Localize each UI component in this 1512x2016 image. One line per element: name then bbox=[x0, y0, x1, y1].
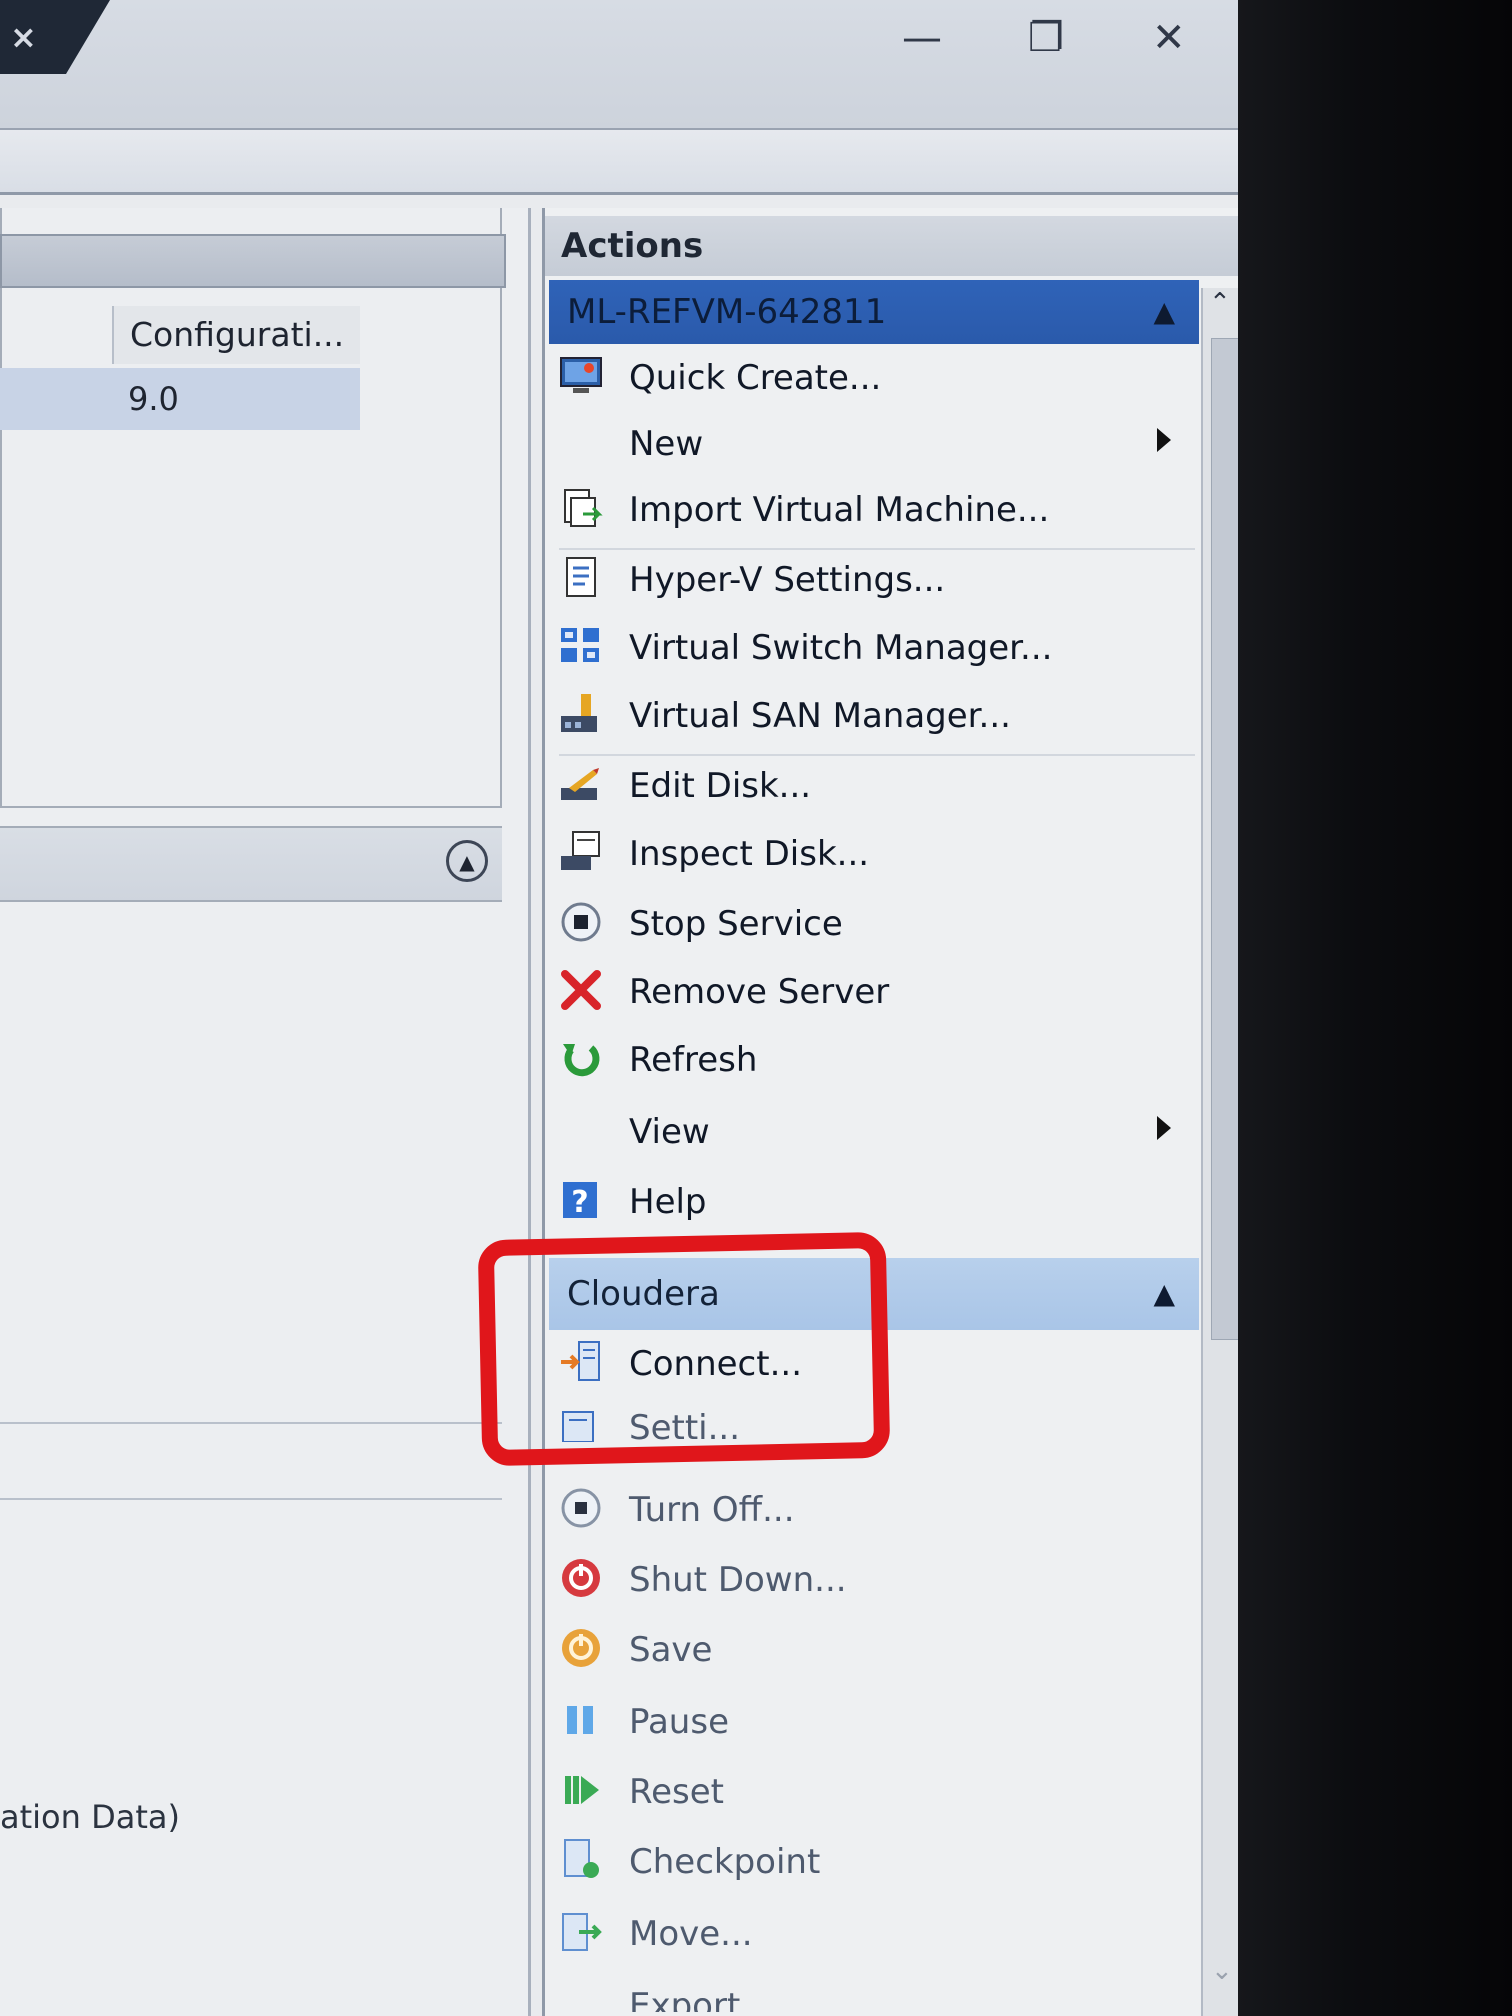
action-label: Export... bbox=[629, 1986, 773, 2012]
action-label: Import Virtual Machine... bbox=[629, 490, 1050, 530]
action-pause[interactable]: Pause bbox=[559, 1692, 1189, 1752]
vm-list-box bbox=[0, 208, 502, 808]
switch-icon bbox=[561, 628, 599, 662]
scroll-thumb[interactable] bbox=[1211, 338, 1238, 1340]
monitor-icon bbox=[560, 357, 602, 393]
action-virtual-switch-manager[interactable]: Virtual Switch Manager... bbox=[559, 618, 1189, 678]
actions-title: Actions bbox=[545, 216, 1238, 276]
turn-off-icon bbox=[561, 1488, 601, 1528]
san-icon bbox=[561, 694, 597, 732]
action-label: Help bbox=[629, 1182, 707, 1222]
edit-disk-icon bbox=[561, 768, 599, 800]
action-label: Inspect Disk... bbox=[629, 834, 870, 874]
checkpoint-icon bbox=[564, 1839, 599, 1878]
action-label: Virtual SAN Manager... bbox=[629, 696, 1011, 736]
save-icon bbox=[562, 1629, 600, 1667]
action-label: View bbox=[629, 1112, 710, 1152]
action-turn-off[interactable]: Turn Off... bbox=[559, 1480, 1189, 1540]
monitor-bezel bbox=[1238, 0, 1512, 2016]
details-section-bar: ▲ bbox=[0, 826, 502, 902]
table-row[interactable]: 9.0 bbox=[0, 368, 360, 430]
close-button[interactable]: ✕ bbox=[1152, 18, 1186, 58]
action-remove-server[interactable]: Remove Server bbox=[559, 962, 1189, 1022]
toolbar bbox=[0, 130, 1238, 195]
action-export[interactable]: Export... bbox=[559, 1976, 1189, 2012]
tab-close-icon[interactable]: × bbox=[10, 18, 37, 56]
divider bbox=[0, 1498, 502, 1500]
action-label: Stop Service bbox=[629, 904, 843, 944]
vm-list-pane: Configurati... 9.0 ▲ ation Data) bbox=[0, 208, 531, 2016]
action-stop-service[interactable]: Stop Service bbox=[559, 894, 1189, 954]
action-label: Quick Create... bbox=[629, 358, 882, 398]
server-name: ML-REFVM-642811 bbox=[567, 292, 887, 332]
action-label: Checkpoint bbox=[629, 1842, 821, 1882]
action-refresh[interactable]: Refresh bbox=[559, 1030, 1189, 1090]
actions-pane: Actions ML-REFVM-642811 ▲ Quick Create..… bbox=[542, 208, 1238, 2016]
action-label: Refresh bbox=[629, 1040, 758, 1080]
restore-button[interactable]: ❐ bbox=[1028, 18, 1064, 58]
red-x-icon bbox=[561, 970, 601, 1010]
vm-list-header-bar bbox=[0, 234, 506, 288]
stop-service-icon bbox=[561, 902, 601, 942]
action-label: Reset bbox=[629, 1772, 724, 1812]
action-help[interactable]: ? Help bbox=[559, 1172, 1189, 1232]
action-save[interactable]: Save bbox=[559, 1620, 1189, 1680]
collapse-up-icon[interactable]: ▲ bbox=[1153, 1258, 1175, 1330]
action-edit-disk[interactable]: Edit Disk... bbox=[559, 756, 1189, 816]
action-virtual-san-manager[interactable]: Virtual SAN Manager... bbox=[559, 686, 1189, 746]
collapse-up-icon[interactable]: ▲ bbox=[1153, 280, 1175, 344]
action-label: New bbox=[629, 424, 704, 464]
scroll-down-icon[interactable]: ⌄ bbox=[1211, 1956, 1233, 1986]
action-reset[interactable]: Reset bbox=[559, 1762, 1189, 1822]
actions-scrollbar[interactable]: ⌃ ⌄ bbox=[1201, 288, 1238, 2016]
action-label: Move... bbox=[629, 1914, 753, 1954]
action-checkpoint[interactable]: Checkpoint bbox=[559, 1832, 1189, 1892]
action-label: Virtual Switch Manager... bbox=[629, 628, 1053, 668]
import-icon bbox=[564, 489, 603, 527]
action-new[interactable]: New bbox=[559, 414, 1189, 474]
action-import-vm[interactable]: Import Virtual Machine... bbox=[559, 480, 1189, 540]
minimize-button[interactable]: — bbox=[902, 18, 942, 58]
action-move[interactable]: Move... bbox=[559, 1904, 1189, 1964]
screen: × — ❐ ✕ Configurati... 9.0 ▲ ation Data)… bbox=[0, 0, 1238, 2016]
submenu-arrow-icon bbox=[1157, 1116, 1171, 1140]
inspect-disk-icon bbox=[561, 831, 600, 870]
action-hyperv-settings[interactable]: Hyper-V Settings... bbox=[559, 550, 1189, 610]
tab[interactable]: × bbox=[0, 0, 110, 74]
refresh-icon bbox=[563, 1044, 600, 1077]
title-bar: × — ❐ ✕ bbox=[0, 0, 1238, 130]
action-label: Hyper-V Settings... bbox=[629, 560, 946, 600]
settings-document-icon bbox=[566, 557, 596, 597]
details-text: ation Data) bbox=[0, 1798, 180, 1836]
scroll-up-icon[interactable]: ⌃ bbox=[1209, 288, 1231, 318]
configuration-version-cell: 9.0 bbox=[128, 380, 179, 418]
action-label: Turn Off... bbox=[629, 1490, 795, 1530]
action-view[interactable]: View bbox=[559, 1102, 1189, 1162]
action-label: Pause bbox=[629, 1702, 729, 1742]
reset-icon bbox=[565, 1776, 599, 1804]
action-label: Edit Disk... bbox=[629, 766, 812, 806]
red-annotation-box bbox=[477, 1231, 891, 1467]
action-shut-down[interactable]: Shut Down... bbox=[559, 1550, 1189, 1610]
collapse-icon[interactable]: ▲ bbox=[446, 840, 488, 882]
action-label: Remove Server bbox=[629, 972, 890, 1012]
shut-down-icon bbox=[562, 1559, 600, 1597]
action-label: Shut Down... bbox=[629, 1560, 847, 1600]
server-group-header[interactable]: ML-REFVM-642811 ▲ bbox=[549, 280, 1199, 344]
move-icon bbox=[562, 1913, 602, 1951]
pause-icon bbox=[567, 1706, 593, 1734]
help-icon: ? bbox=[563, 1182, 597, 1220]
action-label: Save bbox=[629, 1630, 713, 1670]
submenu-arrow-icon bbox=[1157, 428, 1171, 452]
column-header-configuration[interactable]: Configurati... bbox=[112, 306, 360, 364]
action-quick-create[interactable]: Quick Create... bbox=[559, 348, 1189, 408]
divider bbox=[0, 1422, 502, 1424]
action-inspect-disk[interactable]: Inspect Disk... bbox=[559, 824, 1189, 884]
svg-text:?: ? bbox=[571, 1185, 588, 1220]
